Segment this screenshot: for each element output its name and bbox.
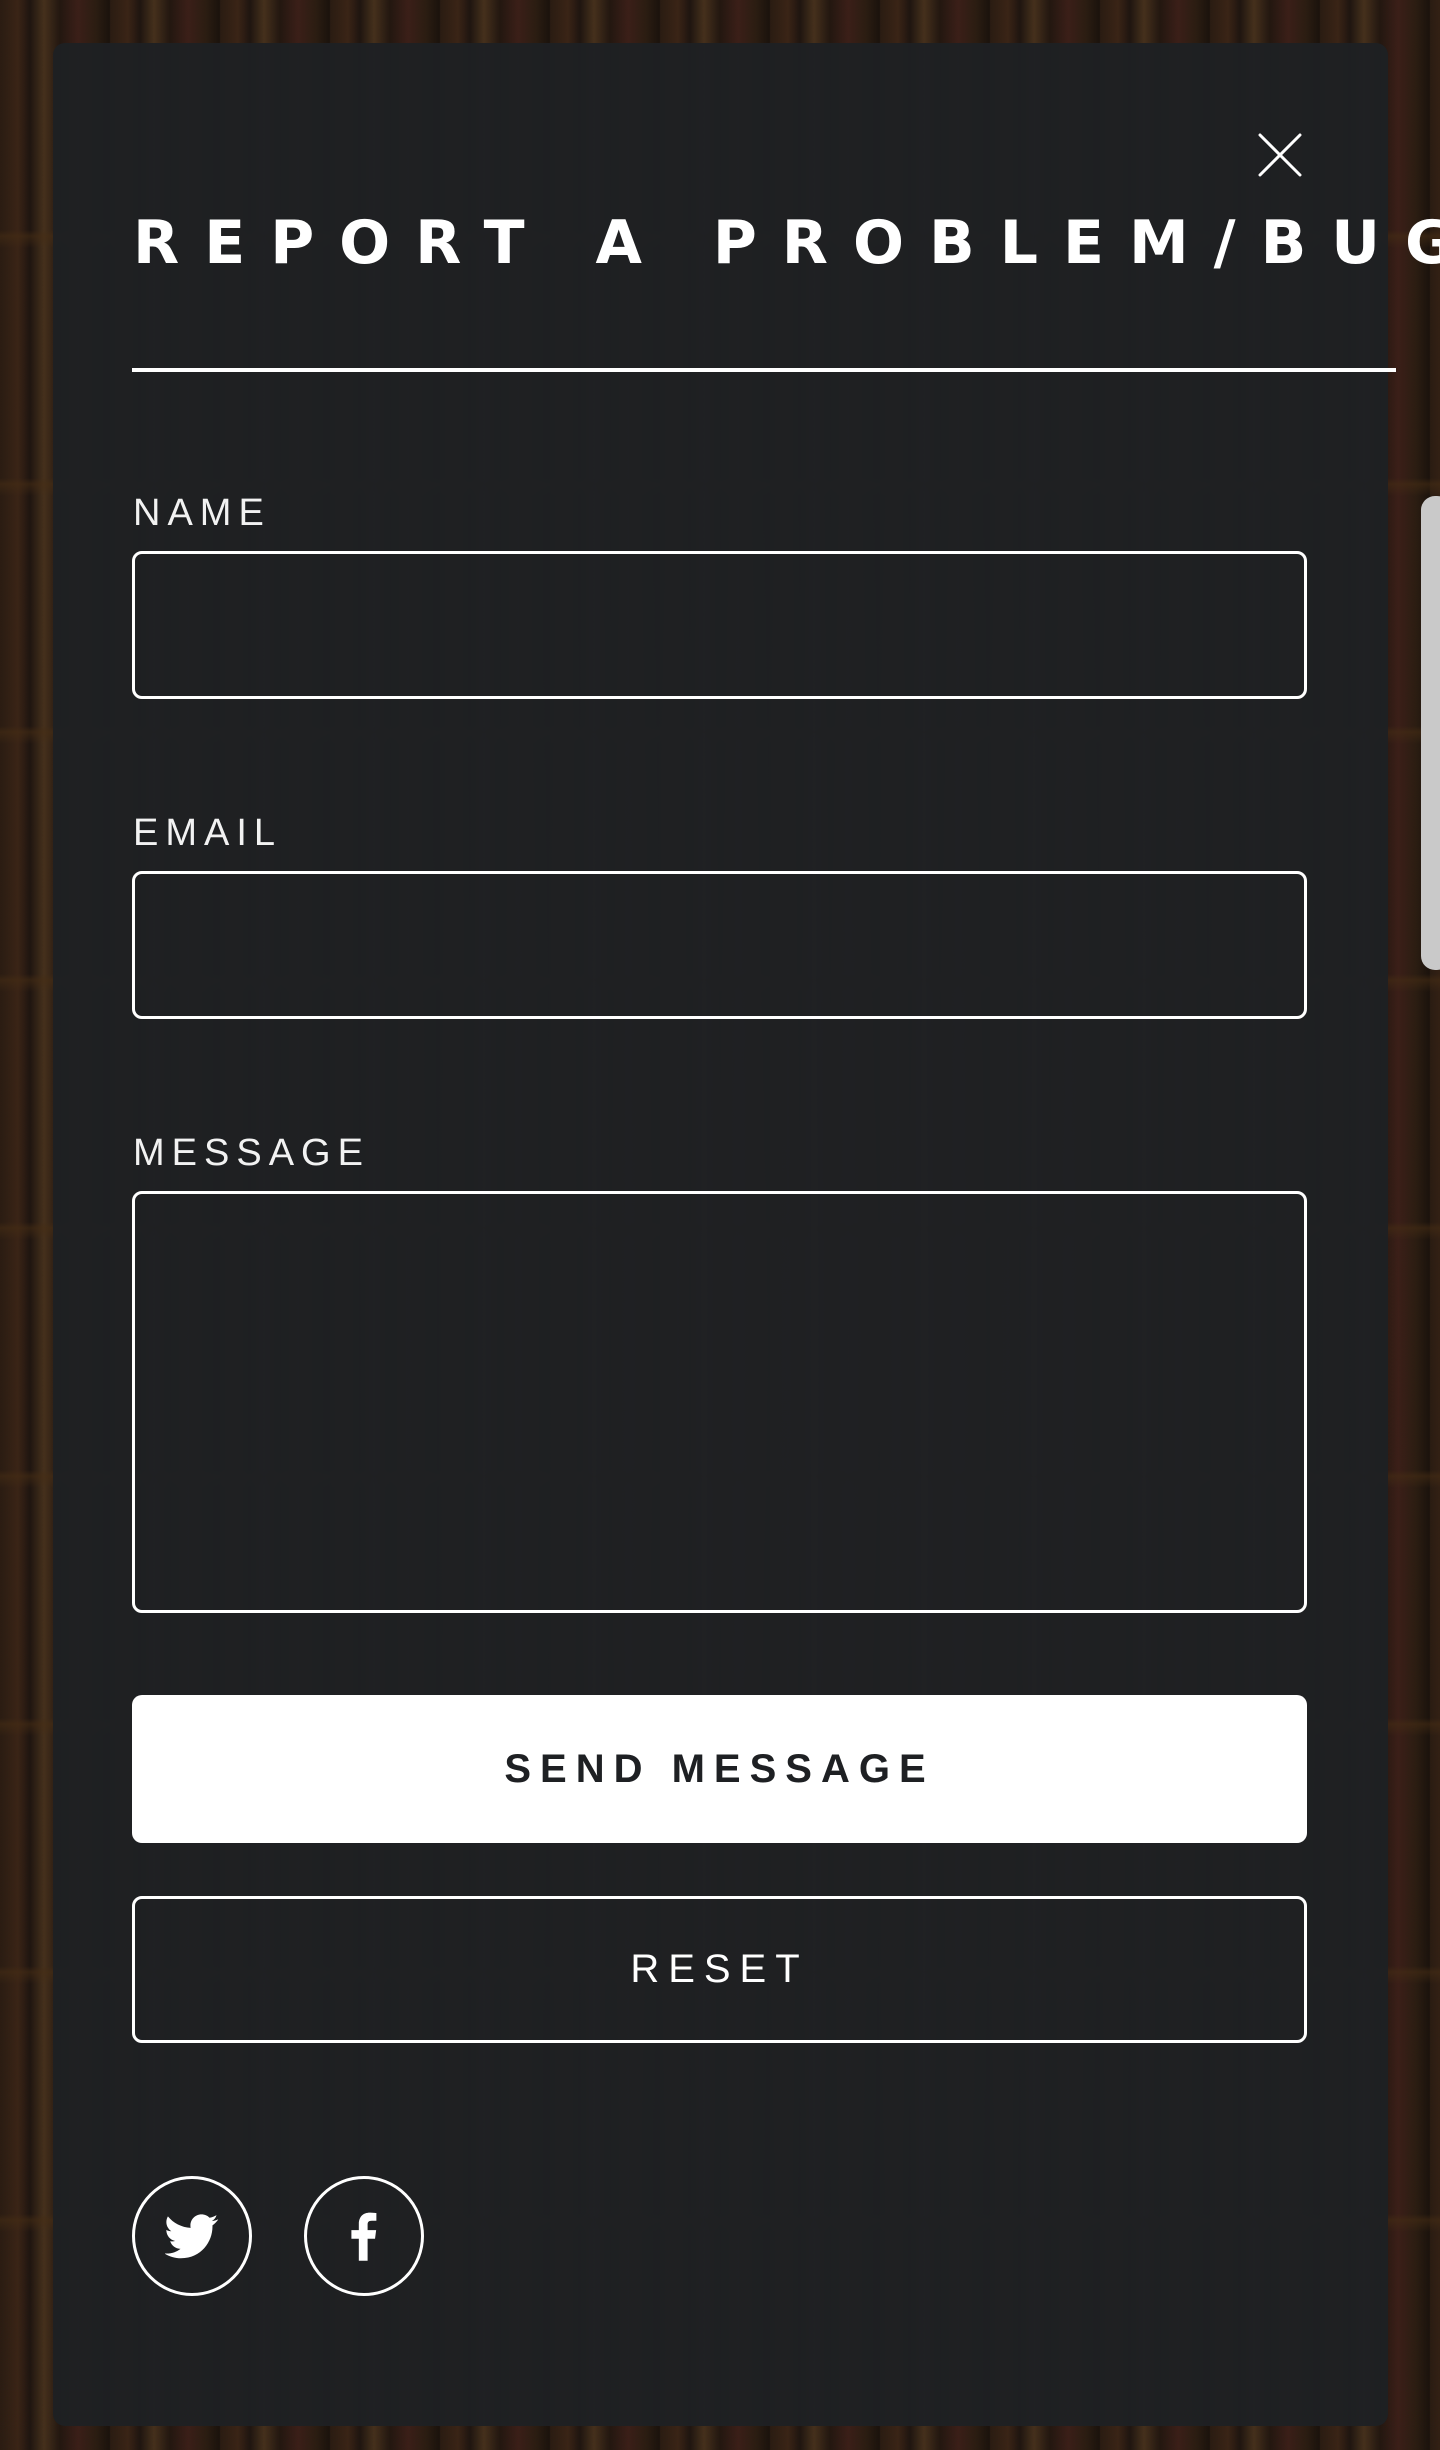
message-label: MESSAGE <box>133 1132 370 1174</box>
title-divider <box>132 368 1396 372</box>
name-label: NAME <box>133 492 271 534</box>
close-icon <box>1258 133 1302 177</box>
twitter-icon <box>165 2214 219 2259</box>
facebook-icon <box>351 2212 377 2261</box>
report-problem-modal: REPORT A PROBLEM/BUG NAME EMAIL MESSAGE … <box>53 43 1440 2426</box>
close-button[interactable] <box>1250 125 1310 185</box>
email-input[interactable] <box>132 871 1307 1019</box>
message-textarea[interactable] <box>132 1191 1307 1613</box>
reset-button[interactable]: RESET <box>132 1896 1307 2043</box>
email-label: EMAIL <box>133 812 283 854</box>
send-message-label: SEND MESSAGE <box>504 1746 935 1791</box>
twitter-button[interactable] <box>132 2176 252 2296</box>
reset-label: RESET <box>630 1947 809 1991</box>
modal-title: REPORT A PROBLEM/BUG <box>133 208 1440 278</box>
send-message-button[interactable]: SEND MESSAGE <box>132 1695 1307 1843</box>
facebook-button[interactable] <box>304 2176 424 2296</box>
name-input[interactable] <box>132 551 1307 699</box>
side-scroll-tab[interactable] <box>1421 496 1440 970</box>
